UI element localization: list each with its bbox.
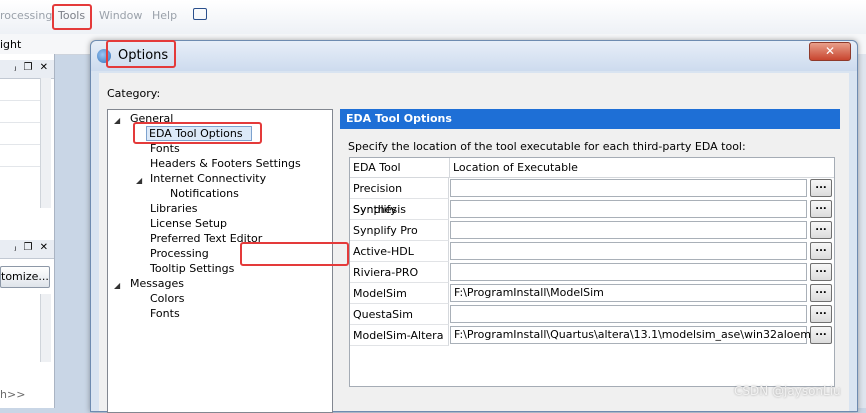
pane-description: Specify the location of the tool executa… (348, 140, 746, 153)
table-row: ModelSim F:\ProgramInstall\ModelSim ... (350, 283, 834, 304)
expand-general-icon[interactable]: ◢ (114, 116, 120, 125)
tree-item-headers-footers[interactable]: Headers & Footers Settings (150, 157, 301, 170)
tool-name: QuestaSim (350, 304, 449, 325)
browse-button[interactable]: ... (810, 326, 832, 344)
pane-title: EDA Tool Options (340, 109, 840, 129)
browse-button[interactable]: ... (810, 305, 832, 323)
tree-item-messages-fonts[interactable]: Fonts (150, 307, 180, 320)
feedback-icon[interactable] (193, 8, 207, 20)
status-text: h>> (0, 388, 26, 401)
pane-buttons-bottom[interactable]: ⱼ ❐ ✕ (15, 242, 50, 253)
browse-button[interactable]: ... (810, 200, 832, 218)
close-icon: ✕ (824, 44, 836, 58)
menu-bar: rocessing Tools Window Help (0, 0, 866, 35)
menu-processing[interactable]: rocessing (0, 9, 52, 22)
expand-internet-icon[interactable]: ◢ (136, 176, 142, 185)
tool-name: ModelSim (350, 283, 449, 304)
customize-button[interactable]: tomize... (0, 266, 50, 288)
path-field[interactable] (450, 263, 807, 281)
tool-name: Synplify (350, 199, 449, 220)
tool-name: Synplify Pro (350, 220, 449, 241)
eda-tool-options-pane: EDA Tool Options Specify the location of… (340, 109, 840, 411)
left-panel: ⱼ ❐ ✕ ⱼ ❐ ✕ tomize... (0, 54, 55, 408)
selection-highlight-box (133, 122, 262, 144)
eda-tool-table: EDA Tool Location of Executable Precisio… (349, 157, 835, 387)
pane-scrollbar-bottom[interactable] (40, 294, 51, 362)
column-header-location[interactable]: Location of Executable (450, 158, 834, 178)
tree-item-license-setup[interactable]: License Setup (150, 217, 227, 230)
path-field[interactable] (450, 221, 807, 239)
expand-messages-icon[interactable]: ◢ (114, 281, 120, 290)
tool-name: Riviera-PRO (350, 262, 449, 283)
pane-header-top: ⱼ ❐ ✕ (0, 60, 54, 79)
browse-button[interactable]: ... (810, 179, 832, 197)
close-button[interactable]: ✕ (809, 42, 851, 61)
browse-button[interactable]: ... (810, 242, 832, 260)
tree-item-messages[interactable]: Messages (130, 277, 184, 290)
browse-button[interactable]: ... (810, 221, 832, 239)
tree-item-tooltip-settings[interactable]: Tooltip Settings (150, 262, 234, 275)
table-row: Riviera-PRO ... (350, 262, 834, 283)
menu-window[interactable]: Window (99, 9, 142, 22)
table-row: Synplify ... (350, 199, 834, 220)
path-field[interactable] (450, 179, 807, 197)
tree-item-notifications[interactable]: Notifications (170, 187, 239, 200)
table-row: QuestaSim ... (350, 304, 834, 325)
column-header-eda-tool[interactable]: EDA Tool (350, 158, 450, 178)
browse-button[interactable]: ... (810, 284, 832, 302)
dialog-client: Category: ◢ General EDA Tool Options Fon… (99, 73, 849, 413)
tree-item-fonts[interactable]: Fonts (150, 142, 180, 155)
pane-header-bottom: ⱼ ❐ ✕ (0, 240, 54, 259)
path-field[interactable] (450, 200, 807, 218)
tree-item-colors[interactable]: Colors (150, 292, 184, 305)
browse-button[interactable]: ... (810, 263, 832, 281)
table-row: Precision Synthesis ... (350, 178, 834, 216)
tools-highlight-box (52, 4, 92, 30)
path-field[interactable]: F:\ProgramInstall\ModelSim (450, 284, 807, 302)
tool-name: Precision Synthesis (350, 178, 449, 216)
modelsim-highlight-box (240, 242, 349, 266)
category-label: Category: (107, 87, 161, 100)
tree-item-libraries[interactable]: Libraries (150, 202, 198, 215)
tool-name: Active-HDL (350, 241, 449, 262)
path-field[interactable] (450, 242, 807, 260)
watermark: CSDN @jaysonLiu (734, 384, 841, 398)
table-row: Active-HDL ... (350, 241, 834, 262)
table-row: ModelSim-Altera F:\ProgramInstall\Quartu… (350, 325, 834, 346)
pane-buttons[interactable]: ⱼ ❐ ✕ (15, 62, 50, 73)
tool-name: ModelSim-Altera (350, 325, 449, 346)
dialog-titlebar[interactable]: Options ✕ (91, 40, 857, 71)
options-dialog: Options ✕ Category: ◢ General EDA Tool O… (90, 40, 858, 413)
title-highlight-box (106, 40, 176, 68)
table-row: Synplify Pro ... (350, 220, 834, 241)
tree-item-processing[interactable]: Processing (150, 247, 209, 260)
toolbar-text: ight (0, 38, 22, 51)
path-field[interactable] (450, 305, 807, 323)
tree-item-internet-connectivity[interactable]: Internet Connectivity (150, 172, 266, 185)
path-field[interactable]: F:\ProgramInstall\Quartus\altera\13.1\mo… (450, 326, 815, 344)
pane-scrollbar[interactable] (40, 78, 51, 208)
menu-help[interactable]: Help (152, 9, 177, 22)
